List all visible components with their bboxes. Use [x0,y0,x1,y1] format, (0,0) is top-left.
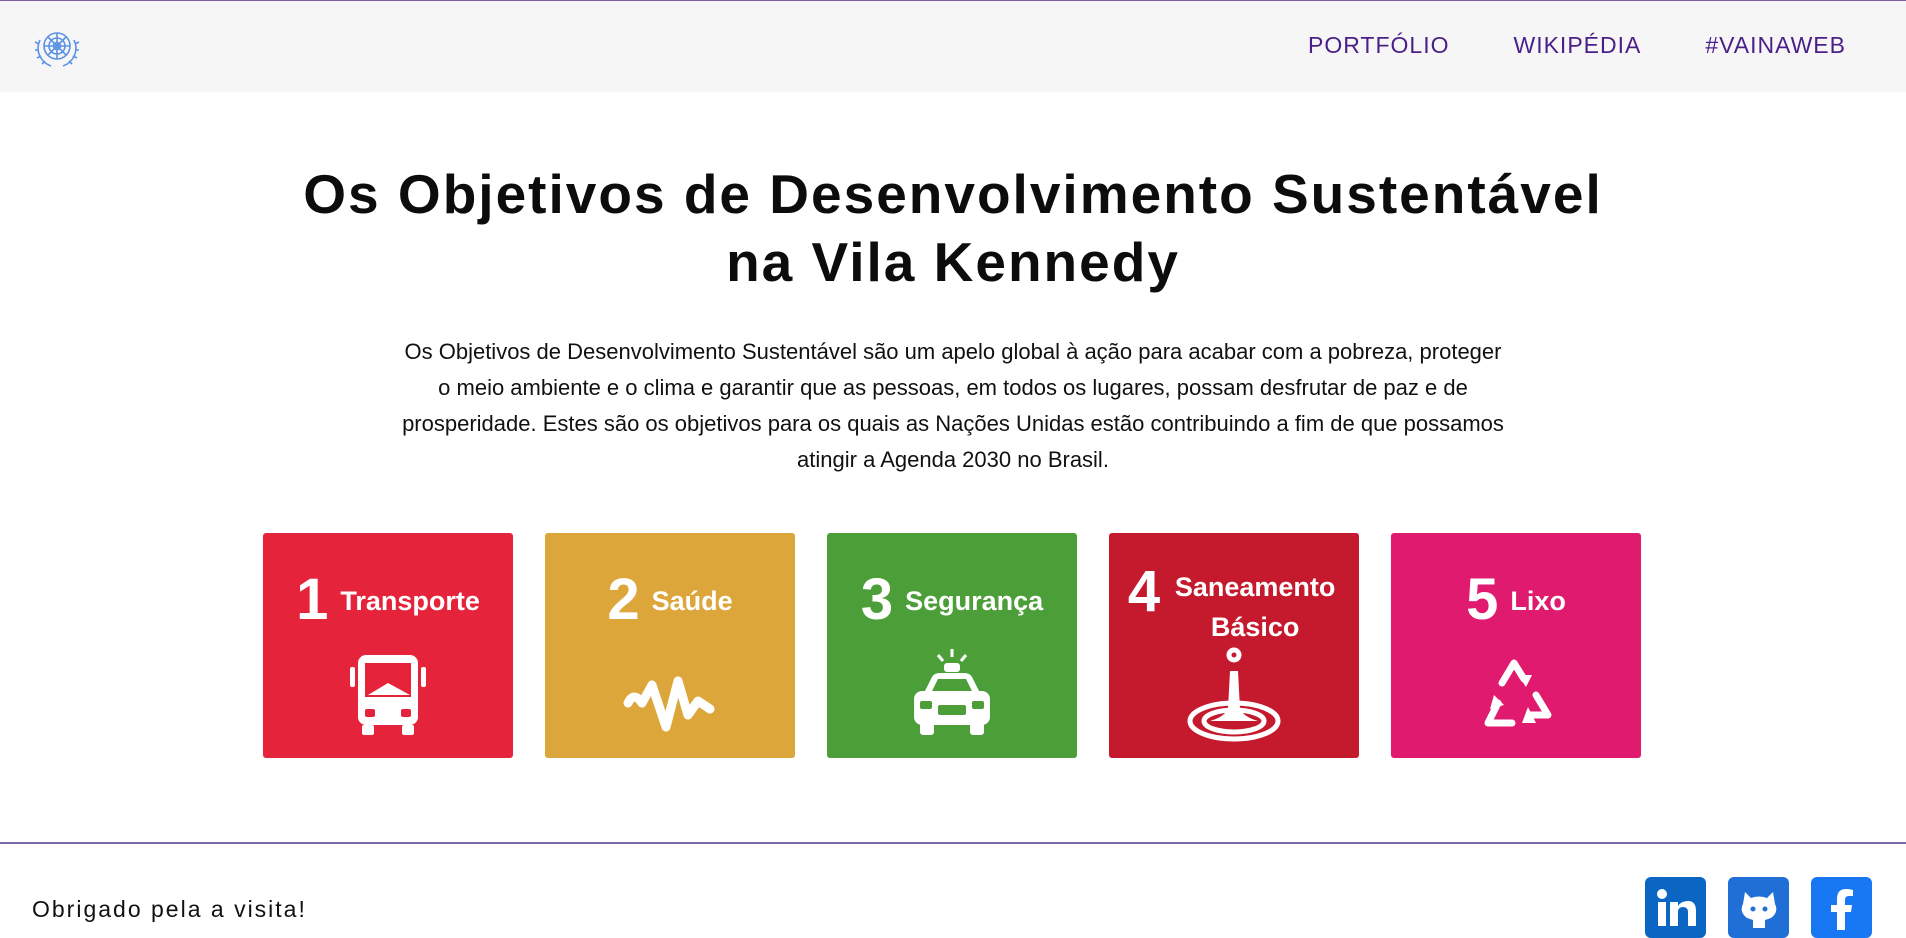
goal-label: Saúde [651,586,733,616]
goal-card-header: 2 Saúde [545,571,795,629]
goal-card-transporte[interactable]: 1 Transporte [263,533,513,758]
goals-cards: 1 Transporte 2 Saúde 3 Segurança 4 Sanea… [263,533,1641,758]
intro-paragraph: Os Objetivos de Desenvolvimento Sustentá… [402,339,1504,472]
goal-card-header: 4 Saneamento Básico [1109,563,1359,647]
nav-link-wikipedia[interactable]: WIKIPÉDIA [1513,32,1641,59]
nav-link-portfolio[interactable]: PORTFÓLIO [1308,32,1450,59]
page-title-line1: Os Objetivos de Desenvolvimento Sustentá… [303,163,1603,225]
nav-link-vainaweb[interactable]: #VAINAWEB [1705,32,1846,59]
heartbeat-icon [620,645,720,745]
goal-label: Transporte [340,586,480,616]
social-links [1645,877,1872,938]
goal-card-header: 5 Lixo [1391,571,1641,629]
goal-card-header: 3 Segurança [827,571,1077,629]
recycle-icon [1466,645,1566,745]
goal-card-seguranca[interactable]: 3 Segurança [827,533,1077,758]
goal-number: 3 [860,567,894,632]
water-drop-icon [1184,645,1284,745]
goal-number: 1 [296,567,329,632]
page-title: Os Objetivos de Desenvolvimento Sustentá… [0,160,1906,296]
footer-divider [0,842,1906,844]
github-icon[interactable] [1728,877,1789,938]
facebook-icon[interactable] [1811,877,1872,938]
linkedin-icon[interactable] [1645,877,1706,938]
goal-label: Lixo [1510,586,1566,616]
goal-number: 4 [1127,559,1161,624]
goal-number: 2 [607,567,640,632]
goal-number: 5 [1466,567,1499,632]
goal-card-lixo[interactable]: 5 Lixo [1391,533,1641,758]
goal-card-saneamento[interactable]: 4 Saneamento Básico [1109,533,1359,758]
goal-card-saude[interactable]: 2 Saúde [545,533,795,758]
goal-label: Saneamento Básico [1174,572,1336,642]
navbar: PORTFÓLIO WIKIPÉDIA #VAINAWEB [0,1,1906,92]
goal-label: Segurança [905,586,1044,616]
goal-card-header: 1 Transporte [263,571,513,629]
police-car-icon [902,645,1002,745]
footer-thanks: Obrigado pela a visita! [32,896,307,922]
un-emblem-icon[interactable] [31,22,83,74]
bus-icon [338,645,438,745]
main-nav: PORTFÓLIO WIKIPÉDIA #VAINAWEB [1308,32,1846,59]
page-title-line2: na Vila Kennedy [726,231,1180,293]
